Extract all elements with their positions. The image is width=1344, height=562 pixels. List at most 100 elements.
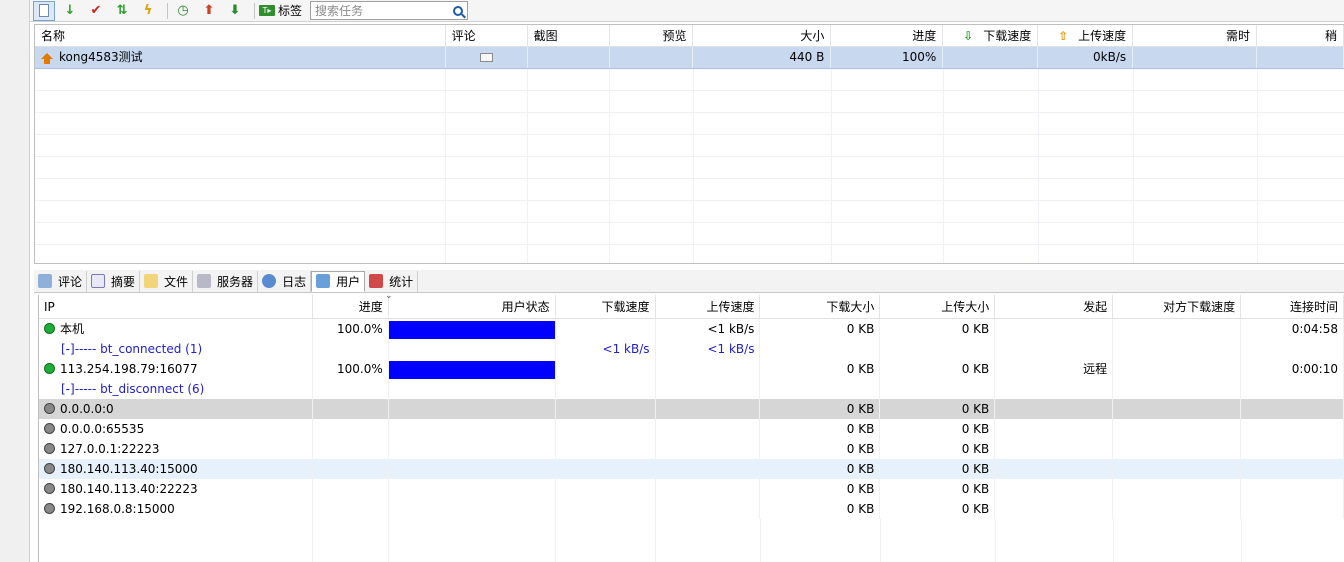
server-icon — [197, 274, 212, 288]
peer-row-local[interactable]: 本机 100.0% <1 kB/s 0 KB 0 KB 0:04:58 — [39, 319, 1344, 339]
col-upload-speed[interactable]: ⇧ 上传速度 — [1038, 25, 1134, 47]
peer-up-size: 0 KB — [880, 499, 996, 519]
upload-button[interactable]: ⬆ — [198, 1, 220, 21]
peer-ip: 127.0.0.1:22223 — [60, 442, 160, 456]
col-user-status[interactable]: 用户状态 — [389, 295, 556, 319]
task-comment-cell[interactable] — [446, 47, 528, 68]
peer-ip-cell: 113.254.198.79:16077 — [39, 359, 313, 379]
lightning-button[interactable]: ϟ — [137, 1, 159, 21]
peer-status-cell — [388, 319, 556, 339]
peer-ip-cell: 192.168.0.8:15000 — [39, 499, 313, 519]
comment-icon — [38, 274, 52, 288]
col-preview[interactable]: 预览 — [610, 25, 694, 47]
task-upload-speed: 0kB/s — [1038, 47, 1134, 68]
detail-tabs: 评论 摘要 文件 服务器 日志 用户 统计 — [34, 270, 1344, 293]
col-up-size[interactable]: 上传大小 — [880, 295, 996, 319]
tag-button[interactable]: T▸ 标签 — [259, 2, 302, 19]
empty-cell — [1113, 339, 1242, 359]
peer-down-size: 0 KB — [760, 479, 881, 499]
toolbar: ↓ ✔ ⇅ ϟ ◷ ⬆ ⬇ T▸ 标签 搜索任务 — [30, 0, 1344, 22]
col-ip[interactable]: IP — [39, 295, 313, 319]
tab-files[interactable]: 文件 — [140, 270, 194, 292]
group-row-connected[interactable]: [-]----- bt_connected (1) <1 kB/s <1 kB/… — [39, 339, 1344, 359]
user-icon — [316, 274, 331, 288]
peer-list: ⌄ IP 进度 用户状态 下载速度 上传速度 下载大小 上传大小 发起 对方下载… — [38, 295, 1344, 562]
task-screenshot-cell — [528, 47, 610, 68]
sort-up-down-button[interactable]: ⇅ — [111, 1, 133, 21]
col-more[interactable]: 稍 — [1257, 25, 1344, 47]
peer-row[interactable]: 0.0.0.0:0 0 KB 0 KB — [39, 399, 1344, 419]
empty-cell — [995, 339, 1114, 359]
tab-summary[interactable]: 摘要 — [87, 270, 141, 292]
col-size[interactable]: 大小 — [693, 25, 832, 47]
search-box[interactable]: 搜索任务 — [310, 1, 469, 20]
group-row-disconnected[interactable]: [-]----- bt_disconnect (6) — [39, 379, 1344, 399]
peer-row[interactable]: 180.140.113.40:22223 0 KB 0 KB — [39, 479, 1344, 499]
col-screenshot[interactable]: 截图 — [528, 25, 610, 47]
peer-initiator — [995, 319, 1114, 339]
empty-cell — [760, 379, 881, 399]
import-button[interactable]: ⬇ — [224, 1, 246, 21]
col-download-speed[interactable]: ⇩ 下载速度 — [943, 25, 1039, 47]
group-down-speed: <1 kB/s — [556, 339, 656, 359]
peer-row[interactable]: 180.140.113.40:15000 0 KB 0 KB — [39, 459, 1344, 479]
checklist-icon — [91, 274, 106, 288]
task-row[interactable]: kong4583测试 440 B 100% 0kB/s — [35, 47, 1344, 69]
peer-down-size: 0 KB — [760, 419, 881, 439]
tab-log[interactable]: 日志 — [258, 270, 312, 292]
tab-users[interactable]: 用户 — [311, 270, 366, 292]
tab-label: 摘要 — [111, 274, 136, 289]
peer-ip-cell: 0.0.0.0:65535 — [39, 419, 313, 439]
peer-row[interactable]: 192.168.0.8:15000 0 KB 0 KB — [39, 499, 1344, 519]
tab-servers[interactable]: 服务器 — [193, 270, 259, 292]
col-eta[interactable]: 需时 — [1133, 25, 1258, 47]
search-icon[interactable] — [453, 5, 464, 16]
download-arrow-icon: ⇩ — [963, 29, 974, 43]
group-label[interactable]: [-]----- bt_disconnect (6) — [39, 379, 313, 399]
empty-cell — [389, 339, 556, 359]
check-button[interactable]: ✔ — [85, 1, 107, 21]
empty-cell — [313, 339, 389, 359]
peer-progress-bar — [388, 321, 555, 339]
tab-comments[interactable]: 评论 — [34, 270, 88, 292]
peer-down-size: 0 KB — [760, 319, 881, 339]
envelope-icon[interactable] — [479, 53, 493, 62]
clock-button[interactable]: ◷ — [172, 1, 194, 21]
group-label[interactable]: [-]----- bt_connected (1) — [39, 339, 313, 359]
col-down-size[interactable]: 下载大小 — [760, 295, 881, 319]
peer-up-size: 0 KB — [880, 319, 996, 339]
peer-row[interactable]: 0.0.0.0:65535 0 KB 0 KB — [39, 419, 1344, 439]
col-initiator[interactable]: 发起 — [995, 295, 1114, 319]
peer-row-connected[interactable]: 113.254.198.79:16077 100.0% 0 KB 0 KB 远程… — [39, 359, 1344, 379]
tab-statistics[interactable]: 统计 — [365, 270, 419, 292]
disconnected-status-icon — [44, 483, 55, 494]
col-peer-down-speed[interactable]: 下载速度 — [556, 295, 656, 319]
search-input[interactable]: 搜索任务 — [315, 2, 363, 19]
peer-up-size: 0 KB — [880, 459, 996, 479]
left-sidebar-strip — [0, 0, 30, 562]
peer-ip: 180.140.113.40:15000 — [60, 462, 198, 476]
peer-down-size: 0 KB — [760, 499, 881, 519]
disconnected-status-icon — [44, 503, 55, 514]
task-size: 440 B — [693, 47, 832, 68]
col-peer-progress[interactable]: 进度 — [313, 295, 389, 319]
col-comment[interactable]: 评论 — [446, 25, 528, 47]
peer-progress-bar — [388, 361, 555, 379]
connected-status-icon — [44, 323, 55, 334]
peer-row[interactable]: 127.0.0.1:22223 0 KB 0 KB — [39, 439, 1344, 459]
col-conn-time[interactable]: 连接时间 — [1241, 295, 1344, 319]
disconnected-status-icon — [44, 463, 55, 474]
new-task-button[interactable] — [33, 0, 55, 21]
col-peer-up-speed[interactable]: 上传速度 — [656, 295, 761, 319]
peer-down-size: 0 KB — [760, 399, 881, 419]
download-button[interactable]: ↓ — [59, 1, 81, 21]
col-progress[interactable]: 进度 — [831, 25, 944, 47]
info-icon — [262, 274, 277, 288]
peer-conn-time: 0:04:58 — [1241, 319, 1344, 339]
col-remote-down-speed[interactable]: 对方下载速度 — [1113, 295, 1242, 319]
empty-cell — [389, 379, 556, 399]
col-name[interactable]: 名称 — [35, 25, 446, 47]
empty-cell — [1241, 379, 1344, 399]
tab-label: 用户 — [336, 274, 361, 289]
tab-label: 统计 — [389, 274, 414, 289]
